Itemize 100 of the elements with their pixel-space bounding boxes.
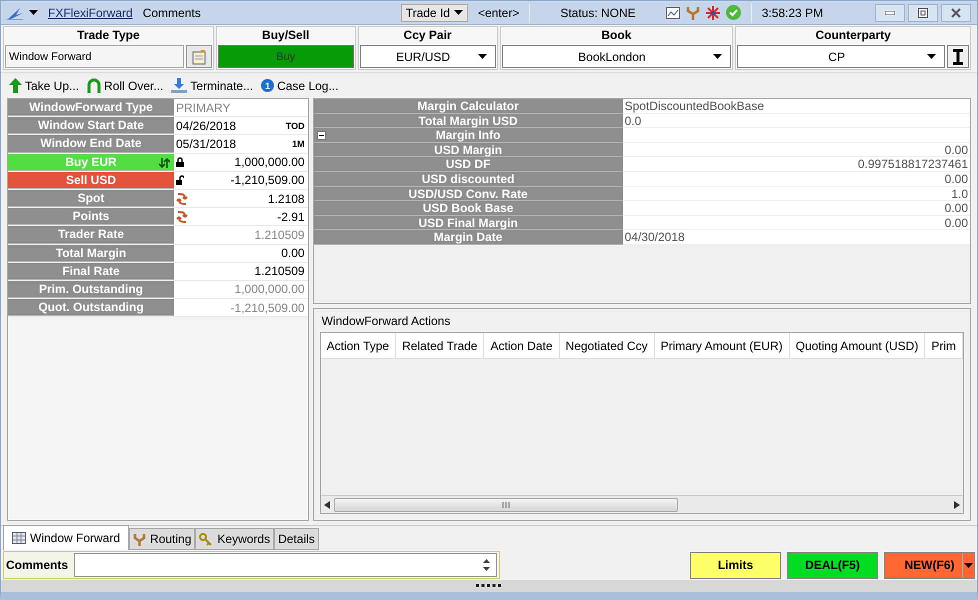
tab[interactable]: Keywords [195, 528, 274, 550]
notepad-icon [190, 48, 207, 64]
field-header: Ccy Pair [402, 27, 453, 44]
routing-icon[interactable] [686, 6, 700, 20]
field-label: Window Start Date [8, 117, 174, 134]
action-button[interactable]: Limits [690, 552, 781, 578]
count-badge: 1 [261, 79, 274, 92]
field-header: Trade Type [76, 27, 141, 44]
column-header[interactable]: Action Type [320, 333, 396, 358]
keys-icon [199, 532, 214, 546]
maximize-button[interactable] [908, 4, 938, 22]
comments-field[interactable] [74, 553, 497, 577]
field-label: USD DF [314, 157, 623, 172]
dropdown-caret-icon [713, 54, 722, 59]
field-label: Total Margin USD [314, 114, 623, 128]
field-value: 0.0 [622, 114, 970, 128]
tab[interactable]: Routing [129, 528, 196, 550]
field-value: 0.00 [622, 142, 970, 158]
tenor-label: 1M [292, 138, 305, 149]
column-header[interactable]: Prim [925, 333, 963, 358]
swap-arrows-icon [176, 192, 188, 205]
collapse-toggle[interactable] [316, 131, 326, 140]
dropdown-caret-icon [454, 10, 463, 15]
field-label: Prim. Outstanding [8, 280, 174, 298]
field-label: Quot. Outstanding [8, 299, 174, 316]
app-link[interactable]: FXFlexiForward [48, 6, 133, 20]
field-label: Margin Calculator [314, 99, 623, 114]
dropdown-caret-icon [478, 54, 486, 59]
chart-icon[interactable] [666, 6, 680, 18]
field-label: Points [8, 208, 174, 226]
menu-caret-icon [29, 10, 38, 15]
download-tray-icon [171, 78, 188, 93]
horizontal-scrollbar[interactable] [320, 495, 963, 513]
counterparty-dropdown[interactable]: CP [737, 45, 945, 68]
status-text: Status: NONE [560, 6, 636, 20]
field-label: Margin Date [314, 230, 623, 245]
field-label: USD/USD Conv. Rate [314, 186, 623, 202]
tab[interactable]: Details [274, 528, 319, 550]
unlocked-lock-icon[interactable] [176, 175, 184, 186]
close-icon [951, 8, 961, 18]
menu-dropdown-toggle[interactable] [962, 552, 974, 578]
toolbar-link[interactable]: Roll Over... [104, 78, 164, 92]
scroll-left-icon[interactable] [324, 500, 330, 508]
text-cursor-button[interactable] [947, 45, 969, 68]
asterisk-icon[interactable] [706, 6, 720, 20]
field-label: Spot [8, 190, 174, 208]
trade-id-dropdown[interactable]: Trade Id [400, 4, 468, 22]
ibeam-icon [952, 48, 964, 64]
comments-label: Comments [6, 558, 68, 572]
column-header[interactable]: Quoting Amount (USD) [790, 333, 926, 358]
comments-menu[interactable]: Comments [142, 6, 201, 20]
clock-time: 3:58:23 PM [762, 6, 824, 20]
field-value[interactable]: 04/26/2018 [176, 118, 282, 133]
minimize-icon [885, 10, 895, 14]
field-value: 0.00 [622, 216, 970, 230]
field-header: Book [600, 27, 632, 44]
column-header[interactable]: Negotiated Ccy [560, 333, 655, 358]
tenor-label: TOD [286, 120, 305, 131]
grip-icon [502, 502, 510, 508]
dropdown[interactable]: BookLondon [502, 45, 732, 68]
field-label: Margin Info [314, 128, 623, 143]
check-circle-icon[interactable] [726, 5, 741, 20]
close-button[interactable] [941, 4, 971, 22]
maximize-icon [918, 8, 928, 18]
edit-button[interactable] [186, 45, 212, 68]
column-header[interactable]: Related Trade [396, 333, 484, 358]
swap-arrows-icon [176, 210, 188, 223]
field-header: Buy/Sell [261, 27, 310, 44]
dropdown[interactable]: EUR/USD [360, 45, 496, 68]
field-value[interactable]: 05/31/2018 [176, 136, 288, 151]
swap-direction-icon[interactable] [159, 158, 170, 168]
column-header[interactable]: Primary Amount (EUR) [654, 333, 790, 358]
scroll-right-icon[interactable] [954, 500, 960, 508]
field-label: Buy EUR [8, 154, 174, 171]
spin-down-icon[interactable] [483, 567, 490, 571]
toolbar-link[interactable]: Terminate... [190, 78, 254, 92]
minimize-button[interactable] [875, 4, 905, 22]
field-value: SpotDiscountedBookBase [622, 99, 970, 114]
field-value: 0.00 [622, 201, 970, 216]
field-value: 1.0 [622, 186, 970, 202]
spin-up-icon[interactable] [483, 559, 490, 563]
toolbar-link[interactable]: Case Log... [277, 78, 338, 92]
toolbar-link[interactable]: Take Up... [25, 78, 80, 92]
resize-grip-icon[interactable] [476, 584, 502, 588]
field-label: USD Final Margin [314, 216, 623, 230]
column-header[interactable]: Action Date [484, 333, 560, 358]
field-value: 0.997518817237461 [622, 157, 970, 172]
field-label: Sell USD [8, 172, 174, 189]
field-value: 0.00 [622, 172, 970, 187]
lock-icon[interactable] [176, 157, 184, 168]
tab[interactable]: Window Forward [3, 525, 130, 550]
field-label: Window End Date [8, 135, 174, 153]
field-value: 04/30/2018 [622, 230, 970, 245]
grid-icon [12, 532, 26, 544]
action-button[interactable]: DEAL(F5) [787, 552, 878, 578]
action-button[interactable]: NEW(F6) [884, 552, 975, 578]
trade-id-field[interactable]: <enter> [478, 6, 520, 20]
trade-type-field[interactable]: Window Forward [5, 45, 184, 68]
field-label: USD Book Base [314, 201, 623, 216]
field-label: Final Rate [8, 262, 174, 280]
